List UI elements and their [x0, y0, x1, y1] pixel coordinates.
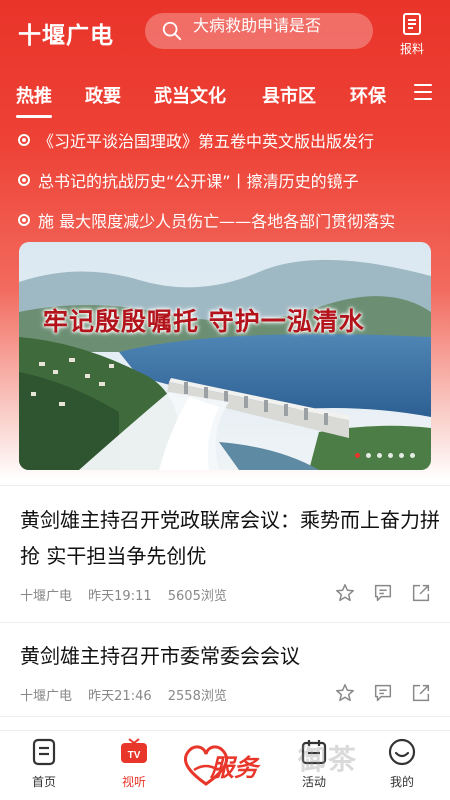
divider [0, 485, 450, 486]
news-source: 十堰广电 [20, 689, 73, 704]
share-icon[interactable] [410, 682, 432, 704]
search-bar[interactable]: 大病救助申请是否 [145, 13, 373, 49]
divider [0, 716, 450, 717]
app-logo: 十堰广电 [18, 23, 114, 49]
tab-environment[interactable]: 环保 [350, 82, 386, 108]
report-button[interactable]: 报料 [394, 12, 430, 57]
tab-wudang-culture[interactable]: 武当文化 [154, 82, 226, 108]
nav-home-label: 首页 [31, 775, 56, 789]
carousel-dot [399, 453, 404, 458]
star-icon[interactable] [334, 682, 356, 704]
nav-video[interactable]: TV 视听 [104, 737, 164, 790]
nav-mine-label: 我的 [389, 775, 414, 789]
ticker-item[interactable]: 《习近平谈治国理政》第五卷中英文版出版发行 [18, 128, 438, 152]
news-title[interactable]: 黄剑雄主持召开党政联席会议：乘势而上奋力拼抢 实干担当争先创优 [20, 502, 440, 574]
star-icon[interactable] [334, 582, 356, 604]
edit-note-icon [403, 13, 421, 35]
comment-icon[interactable] [372, 682, 394, 704]
carousel-indicator [355, 453, 415, 458]
banner-carousel[interactable]: 牢记殷殷嘱托 守护一泓清水 [19, 242, 431, 470]
banner-caption: 牢记殷殷嘱托 守护一泓清水 [43, 307, 365, 336]
news-actions [334, 582, 434, 604]
carousel-dot [388, 453, 393, 458]
bullet-icon [18, 174, 30, 186]
tv-icon: TV [121, 738, 147, 763]
divider [0, 622, 450, 623]
ticker-text: 《习近平谈治国理政》第五卷中英文版出版发行 [38, 132, 375, 151]
ticker-item[interactable]: 施 最大限度减少人员伤亡——各地各部门贯彻落实 [18, 208, 438, 232]
nav-video-label: 视听 [121, 775, 146, 789]
tab-politics[interactable]: 政要 [85, 82, 121, 108]
carousel-dot [377, 453, 382, 458]
home-doc-icon [32, 738, 56, 766]
news-source: 十堰广电 [20, 589, 73, 604]
news-views: 2558浏览 [167, 689, 227, 704]
carousel-dot [355, 453, 360, 458]
ticker-text: 施 最大限度减少人员伤亡——各地各部门贯彻落实 [38, 212, 396, 231]
news-title[interactable]: 黄剑雄主持召开市委常委会会议 [20, 638, 440, 674]
nav-activity[interactable]: 活动 [284, 737, 344, 790]
news-views: 5605浏览 [167, 589, 227, 604]
dam-landscape-image [19, 242, 431, 470]
carousel-dot [366, 453, 371, 458]
news-time: 昨天21:46 [88, 689, 152, 704]
bullet-icon [18, 134, 30, 146]
activity-icon [301, 740, 327, 765]
share-icon[interactable] [410, 582, 432, 604]
search-icon [162, 21, 182, 41]
news-meta: 十堰广电 昨天21:46 2558浏览 [20, 685, 239, 704]
news-time: 昨天19:11 [88, 589, 152, 604]
news-meta: 十堰广电 昨天19:11 5605浏览 [20, 585, 239, 604]
search-placeholder: 大病救助申请是否 [193, 16, 322, 35]
nav-home[interactable]: 首页 [14, 737, 74, 790]
smiley-icon [388, 738, 416, 766]
ticker-text: 总书记的抗战历史“公开课”丨擦清历史的镜子 [38, 172, 359, 191]
report-label: 报料 [399, 42, 424, 56]
nav-activity-label: 活动 [301, 775, 326, 789]
nav-service-label[interactable]: 服务 [210, 748, 258, 783]
tab-counties[interactable]: 县市区 [262, 82, 316, 108]
news-actions [334, 682, 434, 704]
tab-hot[interactable]: 热推 [16, 82, 52, 118]
channel-tabs: 热推 政要 武当文化 县市区 环保 [0, 76, 450, 118]
ticker-item[interactable]: 总书记的抗战历史“公开课”丨擦清历史的镜子 [18, 168, 438, 192]
comment-icon[interactable] [372, 582, 394, 604]
bullet-icon [18, 214, 30, 226]
menu-icon[interactable] [414, 84, 432, 102]
svg-text:TV: TV [128, 750, 141, 761]
header: 十堰广电 大病救助申请是否 报料 [0, 0, 450, 66]
nav-mine[interactable]: 我的 [372, 737, 432, 790]
carousel-dot [410, 453, 415, 458]
